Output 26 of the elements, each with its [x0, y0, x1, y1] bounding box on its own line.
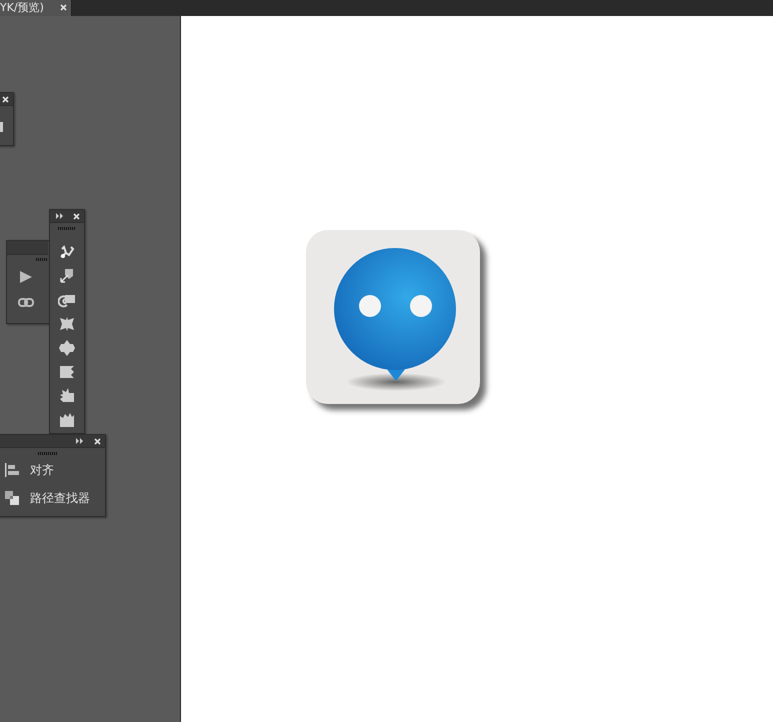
grip-handle[interactable] [58, 227, 76, 230]
close-icon[interactable] [2, 96, 9, 103]
align-left-icon[interactable] [5, 463, 19, 477]
tool-icon[interactable] [58, 339, 76, 357]
close-icon[interactable] [73, 213, 80, 220]
panel-header[interactable] [0, 435, 105, 448]
close-icon[interactable] [60, 4, 67, 11]
tool-icon[interactable] [58, 387, 76, 405]
panel-item-label[interactable]: 路径查找器 [30, 490, 90, 507]
link-icon[interactable] [18, 298, 34, 307]
double-arrow-icon[interactable] [76, 438, 84, 444]
panel-header[interactable] [50, 210, 84, 223]
overlapping-squares-icon[interactable] [5, 491, 19, 505]
grip-handle[interactable] [36, 258, 47, 261]
tool-icon[interactable] [58, 243, 76, 261]
panel-item-label[interactable]: 对齐 [30, 462, 54, 479]
document-tab[interactable]: YK/预览) [0, 0, 72, 16]
tool-icon[interactable] [58, 267, 76, 285]
tool-icon[interactable] [58, 363, 76, 381]
tool-icon[interactable] [58, 315, 76, 333]
play-icon[interactable] [19, 270, 33, 284]
panel-swatch [0, 122, 3, 132]
grip-handle[interactable] [38, 452, 57, 455]
tool-icon[interactable] [58, 411, 76, 429]
double-arrow-icon[interactable] [56, 213, 64, 219]
close-icon[interactable] [94, 438, 101, 445]
